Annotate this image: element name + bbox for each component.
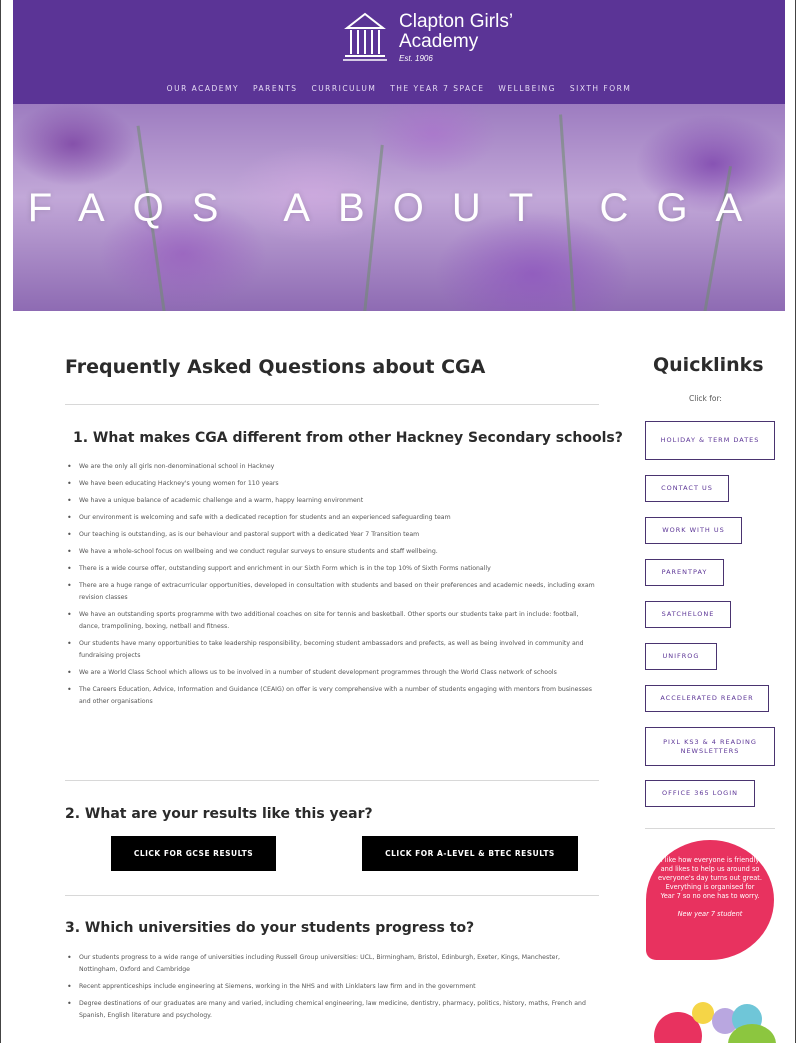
quicklink-accelerated-reader[interactable]: ACCELERATED READER <box>645 685 769 712</box>
question-1-heading: 1. What makes CGA different from other H… <box>73 430 623 446</box>
alevel-btec-results-button[interactable]: CLICK FOR A-LEVEL & BTEC RESULTS <box>362 836 578 871</box>
quicklink-work-with-us[interactable]: WORK WITH US <box>645 517 742 544</box>
list-item: We are the only all girls non-denominati… <box>65 461 595 473</box>
nav-curriculum[interactable]: CURRICULUM <box>311 84 376 93</box>
divider <box>65 404 599 405</box>
quicklink-office-365-login[interactable]: OFFICE 365 LOGIN <box>645 780 755 807</box>
brand-name[interactable]: Clapton Girls’ Academy Est. 1906 <box>399 11 514 64</box>
quicklinks-subtitle: Click for: <box>689 394 722 403</box>
site-header: Clapton Girls’ Academy Est. 1906 OUR ACA… <box>13 0 785 104</box>
hero-title: FAQS ABOUT CGA <box>27 186 771 230</box>
list-item: We have been educating Hackney's young w… <box>65 478 595 490</box>
quicklink-pixl-reading-newsletters[interactable]: PIXL KS3 & 4 READING NEWSLETTERS <box>645 727 775 766</box>
list-item: We have an outstanding sports programme … <box>65 609 595 633</box>
list-item: There are a huge range of extracurricula… <box>65 580 595 604</box>
school-building-logo-icon[interactable] <box>341 10 389 62</box>
brand-established: Est. 1906 <box>399 54 433 63</box>
list-item: There is a wide course offer, outstandin… <box>65 563 595 575</box>
quicklink-holiday-term-dates[interactable]: HOLIDAY & TERM DATES <box>645 421 775 460</box>
list-item: Recent apprenticeships include engineeri… <box>65 981 595 993</box>
quicklink-satchelone[interactable]: SATCHELONE <box>645 601 731 628</box>
divider <box>65 895 599 896</box>
list-item: The Careers Education, Advice, Informati… <box>65 684 595 708</box>
student-quote-bubble: I like how everyone is friendly and like… <box>646 840 774 960</box>
list-item: We have a whole-school focus on wellbein… <box>65 546 595 558</box>
list-item: Degree destinations of our graduates are… <box>65 998 595 1022</box>
question-2-heading: 2. What are your results like this year? <box>65 806 373 822</box>
question-3-heading: 3. Which universities do your students p… <box>65 920 475 936</box>
question-3-answer-list: Our students progress to a wide range of… <box>65 952 595 1027</box>
quote-text: I like how everyone is friendly and like… <box>658 856 762 900</box>
nav-parents[interactable]: PARENTS <box>253 84 298 93</box>
quicklink-contact-us[interactable]: CONTACT US <box>645 475 729 502</box>
divider <box>645 828 775 829</box>
brand-line-2: Academy <box>399 31 479 52</box>
brand-line-1: Clapton Girls’ <box>399 11 514 32</box>
quicklink-parentpay[interactable]: PARENTPAY <box>645 559 724 586</box>
nav-year-7-space[interactable]: THE YEAR 7 SPACE <box>390 84 484 93</box>
hero-banner-lavender-image: FAQS ABOUT CGA <box>13 104 785 311</box>
quicklink-unifrog[interactable]: UNIFROG <box>645 643 717 670</box>
list-item: Our teaching is outstanding, as is our b… <box>65 529 595 541</box>
list-item: We are a World Class School which allows… <box>65 667 595 679</box>
question-1-answer-list: We are the only all girls non-denominati… <box>65 461 595 713</box>
nav-sixth-form[interactable]: SIXTH FORM <box>570 84 631 93</box>
decorative-circles-image <box>646 998 776 1043</box>
decorative-circle <box>692 1002 714 1024</box>
nav-our-academy[interactable]: OUR ACADEMY <box>167 84 239 93</box>
page: Clapton Girls’ Academy Est. 1906 OUR ACA… <box>0 0 796 1043</box>
nav-wellbeing[interactable]: WELLBEING <box>498 84 556 93</box>
list-item: Our students have many opportunities to … <box>65 638 595 662</box>
gcse-results-button[interactable]: CLICK FOR GCSE RESULTS <box>111 836 276 871</box>
list-item: We have a unique balance of academic cha… <box>65 495 595 507</box>
quicklinks-title: Quicklinks <box>653 354 764 376</box>
divider <box>65 780 599 781</box>
main-nav: OUR ACADEMY PARENTS CURRICULUM THE YEAR … <box>13 84 785 93</box>
quote-attribution: New year 7 student <box>677 910 743 918</box>
page-title: Frequently Asked Questions about CGA <box>65 356 486 378</box>
list-item: Our students progress to a wide range of… <box>65 952 595 976</box>
list-item: Our environment is welcoming and safe wi… <box>65 512 595 524</box>
